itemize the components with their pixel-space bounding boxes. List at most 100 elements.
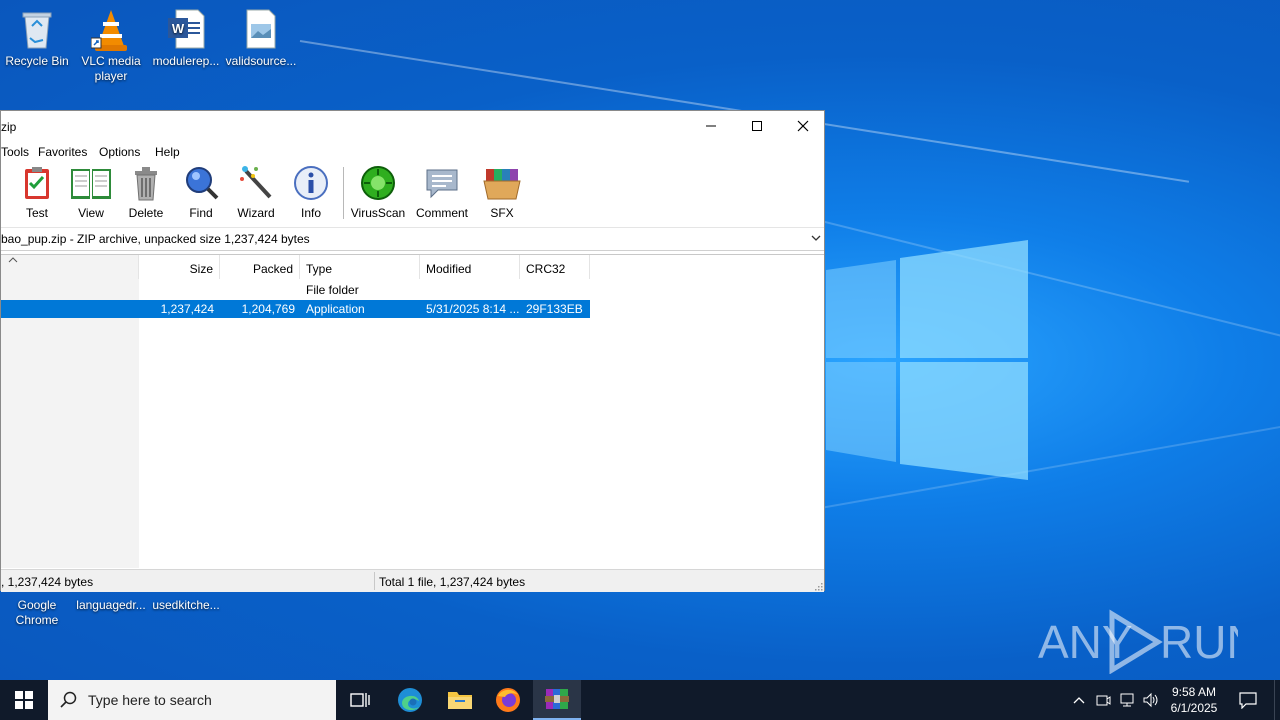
- edge-icon: [398, 688, 422, 712]
- column-header-name[interactable]: [1, 255, 139, 279]
- vlc-cone-icon: [90, 8, 131, 51]
- test-label: Test: [25, 206, 48, 220]
- winrar-taskbar-button[interactable]: [533, 680, 581, 720]
- windows-logo: [826, 240, 1028, 480]
- tray-network[interactable]: [1115, 680, 1139, 720]
- status-total: Total 1 file, 1,237,424 bytes: [379, 575, 526, 589]
- view-book-icon: [71, 165, 111, 201]
- desktop-icon-recycle-bin[interactable]: Recycle Bin: [0, 8, 74, 69]
- menu-help[interactable]: Help: [155, 145, 180, 159]
- network-icon: [1120, 693, 1134, 707]
- clock-time: 9:58 AM: [1171, 685, 1217, 699]
- close-icon: [797, 120, 809, 132]
- desktop-icon-label: languagedr...: [76, 598, 146, 612]
- search-icon: [60, 691, 77, 708]
- column-header-size[interactable]: Size: [139, 255, 220, 279]
- tray-volume[interactable]: [1140, 680, 1162, 720]
- info-label: Info: [300, 206, 321, 220]
- menu-bar: Tools Favorites Options Help: [1, 142, 824, 162]
- recycle-bin-icon: [17, 8, 57, 50]
- menu-favorites[interactable]: Favorites: [38, 145, 87, 159]
- test-button[interactable]: Test: [9, 165, 65, 225]
- desktop-icon-label: Recycle Bin: [5, 54, 69, 68]
- windows-start-icon: [15, 691, 33, 709]
- taskbar: Type here to search 9:58 AM 6/1/2025: [0, 680, 1280, 720]
- file-list: Size Packed Type Modified CRC32 File fol…: [1, 254, 824, 568]
- chevron-up-icon: [1073, 697, 1085, 704]
- desktop-icon-word-doc[interactable]: W modulerep...: [149, 8, 223, 69]
- clock-date: 6/1/2025: [1170, 701, 1218, 715]
- info-button[interactable]: Info: [283, 165, 339, 225]
- firefox-taskbar-button[interactable]: [484, 680, 532, 720]
- comment-label: Comment: [415, 206, 468, 220]
- trash-can-icon: [128, 165, 164, 201]
- column-header-packed[interactable]: Packed: [220, 255, 300, 279]
- show-desktop-button[interactable]: [1274, 680, 1280, 720]
- wizard-label: Wizard: [237, 206, 275, 220]
- find-button[interactable]: Find: [173, 165, 229, 225]
- view-button[interactable]: View: [63, 165, 119, 225]
- archive-path-bar[interactable]: bao_pup.zip - ZIP archive, unpacked size…: [1, 228, 824, 251]
- toolbar: Test View Delete Find Wizard Info VirusS…: [1, 163, 824, 228]
- minimize-icon: [706, 125, 716, 127]
- taskbar-clock[interactable]: 9:58 AM 6/1/2025: [1160, 684, 1228, 716]
- task-view-button[interactable]: [336, 680, 384, 720]
- task-view-icon: [350, 693, 370, 707]
- test-clipboard-icon: [19, 165, 55, 201]
- menu-tools[interactable]: Tools: [1, 145, 29, 159]
- column-header-modified[interactable]: Modified: [420, 255, 520, 279]
- minimize-button[interactable]: [688, 111, 734, 141]
- notification-icon: [1239, 692, 1257, 709]
- desktop-icon-vlc[interactable]: VLC media player: [74, 8, 148, 84]
- resize-grip-icon[interactable]: [813, 581, 823, 591]
- desktop-icon-label: Google Chrome: [15, 598, 59, 627]
- camera-icon: [1096, 695, 1111, 706]
- desktop-icon-label: VLC media player: [81, 54, 141, 83]
- svg-text:W: W: [172, 21, 185, 36]
- edge-taskbar-button[interactable]: [386, 680, 434, 720]
- desktop-icon-label: usedkitche...: [152, 598, 220, 612]
- taskbar-search-box[interactable]: Type here to search: [48, 680, 336, 720]
- sort-up-icon: [8, 257, 18, 263]
- maximize-button[interactable]: [734, 111, 780, 141]
- tray-overflow-button[interactable]: [1068, 680, 1090, 720]
- winrar-window: zip Tools Favorites Options Help Test Vi…: [0, 110, 825, 592]
- delete-button[interactable]: Delete: [118, 165, 174, 225]
- close-button[interactable]: [780, 111, 826, 141]
- toolbar-separator: [343, 167, 344, 219]
- desktop-icon-image-file[interactable]: validsource...: [224, 8, 298, 69]
- file-explorer-taskbar-button[interactable]: [436, 680, 484, 720]
- start-button[interactable]: [0, 680, 48, 720]
- comment-button[interactable]: Comment: [414, 165, 470, 225]
- sfx-box-icon: [483, 165, 521, 201]
- chevron-down-icon[interactable]: [810, 232, 822, 244]
- virusscan-button[interactable]: VirusScan: [350, 165, 406, 225]
- table-row[interactable]: File folder: [1, 281, 590, 299]
- table-row-selected[interactable]: 1,237,424 1,204,769 Application 5/31/202…: [1, 300, 590, 318]
- column-header-crc32[interactable]: CRC32: [520, 255, 590, 279]
- title-bar[interactable]: zip: [1, 111, 824, 141]
- cell-type: Application: [306, 302, 365, 316]
- sfx-button[interactable]: SFX: [474, 165, 530, 225]
- wizard-button[interactable]: Wizard: [228, 165, 284, 225]
- cell-type: File folder: [306, 283, 359, 297]
- status-bar: , 1,237,424 bytes Total 1 file, 1,237,42…: [1, 569, 824, 592]
- status-selected: , 1,237,424 bytes: [1, 575, 94, 589]
- window-title: zip: [1, 120, 17, 134]
- cell-size: 1,237,424: [160, 302, 214, 316]
- winrar-icon: [545, 689, 569, 709]
- column-header-type[interactable]: Type: [300, 255, 420, 279]
- magic-wand-icon: [238, 165, 274, 201]
- maximize-icon: [752, 121, 762, 131]
- find-label: Find: [189, 206, 213, 220]
- cell-crc32: 29F133EB: [526, 302, 583, 316]
- virus-scan-icon: [360, 165, 396, 201]
- action-center-button[interactable]: [1232, 680, 1264, 720]
- tray-meet-now[interactable]: [1092, 680, 1114, 720]
- menu-options[interactable]: Options: [99, 145, 140, 159]
- delete-label: Delete: [128, 206, 164, 220]
- status-divider: [374, 572, 375, 590]
- folder-icon: [448, 692, 472, 709]
- magnifier-icon: [183, 165, 219, 201]
- firefox-icon: [496, 688, 520, 712]
